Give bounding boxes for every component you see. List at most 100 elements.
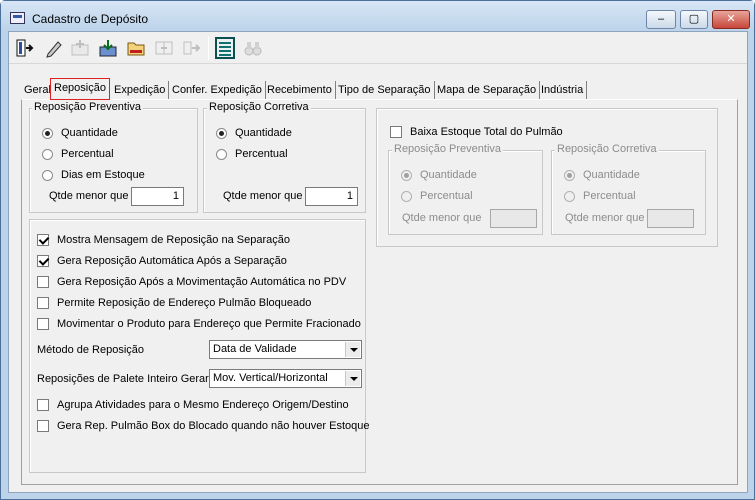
- gera-reposicao-automatica-checkbox[interactable]: Gera Reposição Automática Após a Separaç…: [37, 255, 287, 267]
- checkbox-label: Mostra Mensagem de Reposição na Separaçã…: [57, 234, 290, 246]
- checkbox-indicator: [37, 297, 49, 309]
- radio-indicator: [42, 169, 53, 181]
- copy-button[interactable]: [151, 35, 177, 61]
- corretiva-title: Reposição Corretiva: [207, 101, 311, 113]
- radio-indicator: [216, 127, 227, 139]
- checkbox-indicator: [37, 234, 49, 246]
- title-bar[interactable]: Cadastro de Depósito – ▢ ✕: [1, 1, 754, 31]
- checkbox-indicator: [37, 276, 49, 288]
- radio-label: Quantidade: [420, 169, 477, 181]
- toolbar-separator: [208, 36, 209, 60]
- metodo-reposicao-label: Método de Reposição: [37, 344, 145, 356]
- tab-industria[interactable]: Indústria: [538, 81, 588, 100]
- transfer-icon: [183, 41, 201, 55]
- app-icon: [10, 12, 25, 24]
- checkbox-indicator: [37, 399, 49, 411]
- palete-inteiro-select[interactable]: Mov. Vertical/Horizontal: [209, 369, 362, 388]
- radio-label: Quantidade: [235, 127, 292, 139]
- metodo-reposicao-value: Data de Validade: [213, 343, 297, 355]
- radio-indicator: [564, 169, 575, 181]
- exit-icon: [16, 39, 34, 57]
- pulmao-corretiva-qtde-input[interactable]: [647, 209, 694, 228]
- transfer-button[interactable]: [179, 35, 205, 61]
- open-button[interactable]: [123, 35, 149, 61]
- agrupa-atividades-checkbox[interactable]: Agrupa Atividades para o Mesmo Endereço …: [37, 399, 349, 411]
- add-button[interactable]: [67, 35, 93, 61]
- tab-mapa-separacao[interactable]: Mapa de Separação: [434, 81, 541, 100]
- checkbox-label: Gera Rep. Pulmão Box do Blocado quando n…: [57, 420, 370, 432]
- pulmao-corretiva-group: Reposição Corretiva Quantidade Percentua…: [551, 143, 706, 235]
- pulmao-corretiva-quantidade-radio[interactable]: Quantidade: [564, 169, 640, 181]
- save-icon: [99, 40, 117, 57]
- tab-recebimento[interactable]: Recebimento: [264, 81, 336, 100]
- add-icon: [71, 40, 89, 56]
- radio-label: Quantidade: [583, 169, 640, 181]
- preventiva-dias-estoque-radio[interactable]: Dias em Estoque: [42, 169, 145, 181]
- pulmao-corretiva-title: Reposição Corretiva: [555, 143, 659, 155]
- checkbox-label: Gera Reposição Automática Após a Separaç…: [57, 255, 287, 267]
- close-button[interactable]: ✕: [712, 10, 750, 29]
- tab-panel-reposicao: Reposição Preventiva Quantidade Percentu…: [21, 99, 738, 485]
- preventiva-percentual-radio[interactable]: Percentual: [42, 148, 114, 160]
- edit-icon: [46, 41, 62, 58]
- minimize-button[interactable]: –: [646, 10, 676, 29]
- baixa-estoque-pulmao-checkbox[interactable]: Baixa Estoque Total do Pulmão: [390, 126, 563, 138]
- radio-label: Quantidade: [61, 127, 118, 139]
- save-button[interactable]: [95, 35, 121, 61]
- tab-confer-expedicao[interactable]: Confer. Expedição: [169, 81, 266, 100]
- window: Cadastro de Depósito – ▢ ✕ Geral Reposiç…: [0, 0, 755, 500]
- corretiva-qtde-input[interactable]: 1: [305, 187, 358, 206]
- pulmao-preventiva-qtde-input[interactable]: [490, 209, 537, 228]
- checkbox-indicator: [37, 318, 49, 330]
- pulmao-corretiva-qtde-label: Qtde menor que: [565, 212, 645, 224]
- radio-label: Percentual: [235, 148, 288, 160]
- gera-rep-pulmao-box-checkbox[interactable]: Gera Rep. Pulmão Box do Blocado quando n…: [37, 420, 370, 432]
- tab-expedicao[interactable]: Expedição: [111, 81, 170, 100]
- report-icon: [215, 37, 235, 59]
- pulmao-preventiva-title: Reposição Preventiva: [392, 143, 504, 155]
- permite-pulmao-bloqueado-checkbox[interactable]: Permite Reposição de Endereço Pulmão Blo…: [37, 297, 311, 309]
- maximize-button[interactable]: ▢: [680, 10, 708, 29]
- client-area: Geral Reposição Expedição Confer. Expedi…: [8, 31, 748, 493]
- binoculars-icon: [244, 42, 262, 56]
- radio-indicator: [401, 190, 412, 202]
- search-button[interactable]: [240, 35, 266, 61]
- tab-tipo-separacao[interactable]: Tipo de Separação: [335, 81, 435, 100]
- corretiva-qtde-label: Qtde menor que: [223, 190, 303, 202]
- pulmao-corretiva-percentual-radio[interactable]: Percentual: [564, 190, 636, 202]
- radio-label: Percentual: [583, 190, 636, 202]
- chevron-down-icon[interactable]: [345, 371, 360, 386]
- metodo-reposicao-select[interactable]: Data de Validade: [209, 340, 362, 359]
- checkbox-label: Agrupa Atividades para o Mesmo Endereço …: [57, 399, 349, 411]
- pulmao-preventiva-group: Reposição Preventiva Quantidade Percentu…: [388, 143, 543, 235]
- pulmao-preventiva-quantidade-radio[interactable]: Quantidade: [401, 169, 477, 181]
- pulmao-preventiva-percentual-radio[interactable]: Percentual: [401, 190, 473, 202]
- palete-inteiro-label: Reposições de Palete Inteiro Gerar: [37, 373, 209, 385]
- options-group: Mostra Mensagem de Reposição na Separaçã…: [29, 219, 370, 473]
- report-button[interactable]: [212, 35, 238, 61]
- checkbox-label: Baixa Estoque Total do Pulmão: [410, 126, 563, 138]
- preventiva-title: Reposição Preventiva: [32, 101, 144, 113]
- chevron-down-icon[interactable]: [345, 342, 360, 357]
- checkbox-label: Movimentar o Produto para Endereço que P…: [57, 318, 361, 330]
- window-title: Cadastro de Depósito: [32, 12, 149, 26]
- radio-label: Percentual: [61, 148, 114, 160]
- radio-indicator: [564, 190, 575, 202]
- corretiva-quantidade-radio[interactable]: Quantidade: [216, 127, 292, 139]
- corretiva-percentual-radio[interactable]: Percentual: [216, 148, 288, 160]
- radio-indicator: [42, 148, 53, 160]
- mostra-mensagem-checkbox[interactable]: Mostra Mensagem de Reposição na Separaçã…: [37, 234, 290, 246]
- edit-button[interactable]: [41, 35, 67, 61]
- checkbox-indicator: [390, 126, 402, 138]
- preventiva-qtde-input[interactable]: 1: [131, 187, 184, 206]
- checkbox-indicator: [37, 255, 49, 267]
- radio-indicator: [42, 127, 53, 139]
- gera-reposicao-pdv-checkbox[interactable]: Gera Reposição Após a Movimentação Autom…: [37, 276, 346, 288]
- movimentar-fracionado-checkbox[interactable]: Movimentar o Produto para Endereço que P…: [37, 318, 361, 330]
- preventiva-quantidade-radio[interactable]: Quantidade: [42, 127, 118, 139]
- tab-reposicao[interactable]: Reposição: [50, 78, 110, 100]
- corretiva-group: Reposição Corretiva Quantidade Percentua…: [203, 101, 366, 213]
- open-icon: [127, 42, 145, 56]
- exit-button[interactable]: [12, 35, 38, 61]
- copy-icon: [155, 41, 173, 55]
